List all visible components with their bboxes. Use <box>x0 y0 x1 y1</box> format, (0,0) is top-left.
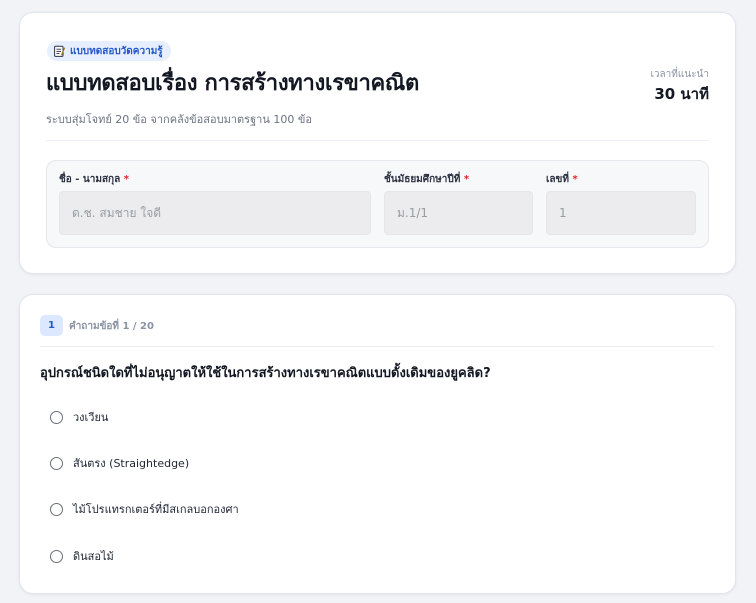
note-icon <box>54 45 65 57</box>
student-number-input[interactable] <box>546 191 696 235</box>
question-text: อุปกรณ์ชนิดใดที่ไม่อนุญาตให้ใช้ในการสร้า… <box>40 366 491 381</box>
number-field-label: เลขที่ * <box>546 174 578 185</box>
answer-option-label: ดินสอไม้ <box>73 550 114 563</box>
question-divider <box>40 346 715 347</box>
recommended-time-value: 30 นาที <box>654 85 709 103</box>
header-divider <box>46 140 709 141</box>
name-input[interactable] <box>59 191 371 235</box>
answer-option[interactable]: วงเวียน <box>50 408 108 426</box>
radio-button[interactable] <box>50 410 63 424</box>
required-mark: * <box>463 174 470 185</box>
question-number-badge: 1 <box>40 315 63 336</box>
answer-option[interactable]: ไม้โปรแทรกเตอร์ที่มีสเกลบอกองศา <box>50 500 239 518</box>
page-subtitle: ระบบสุ่มโจทย์ 20 ข้อ จากคลังข้อสอบมาตรฐา… <box>46 113 312 126</box>
class-input[interactable] <box>384 191 533 235</box>
question-card: 1 คำถามข้อที่ 1 / 20 อุปกรณ์ชนิดใดที่ไม่… <box>19 294 736 594</box>
question-counter: คำถามข้อที่ 1 / 20 <box>69 321 154 332</box>
page-title: แบบทดสอบเรื่อง การสร้างทางเรขาคณิต <box>46 71 420 96</box>
name-field-label: ชื่อ - นามสกุล * <box>59 174 129 185</box>
answer-option-label: วงเวียน <box>73 411 109 424</box>
exam-type-label: แบบทดสอบวัดความรู้ <box>70 45 163 57</box>
answer-option-label: สันตรง (Straightedge) <box>73 457 190 470</box>
answer-option[interactable]: ดินสอไม้ <box>50 547 114 565</box>
class-field-label: ชั้นมัธยมศึกษาปีที่ * <box>384 174 470 185</box>
student-info-form: ชื่อ - นามสกุล * ชั้นมัธยมศึกษาปีที่ * เ… <box>46 160 709 248</box>
required-mark: * <box>572 174 578 185</box>
required-mark: * <box>123 174 129 185</box>
radio-button[interactable] <box>50 456 63 470</box>
answer-option-label: ไม้โปรแทรกเตอร์ที่มีสเกลบอกองศา <box>73 503 239 516</box>
exam-header-card: แบบทดสอบวัดความรู้ แบบทดสอบเรื่อง การสร้… <box>19 12 736 274</box>
radio-button[interactable] <box>50 549 63 563</box>
exam-type-badge: แบบทดสอบวัดความรู้ <box>47 41 171 61</box>
radio-button[interactable] <box>50 502 63 516</box>
answer-option[interactable]: สันตรง (Straightedge) <box>50 454 189 472</box>
recommended-time-label: เวลาที่แนะนำ <box>650 69 709 80</box>
